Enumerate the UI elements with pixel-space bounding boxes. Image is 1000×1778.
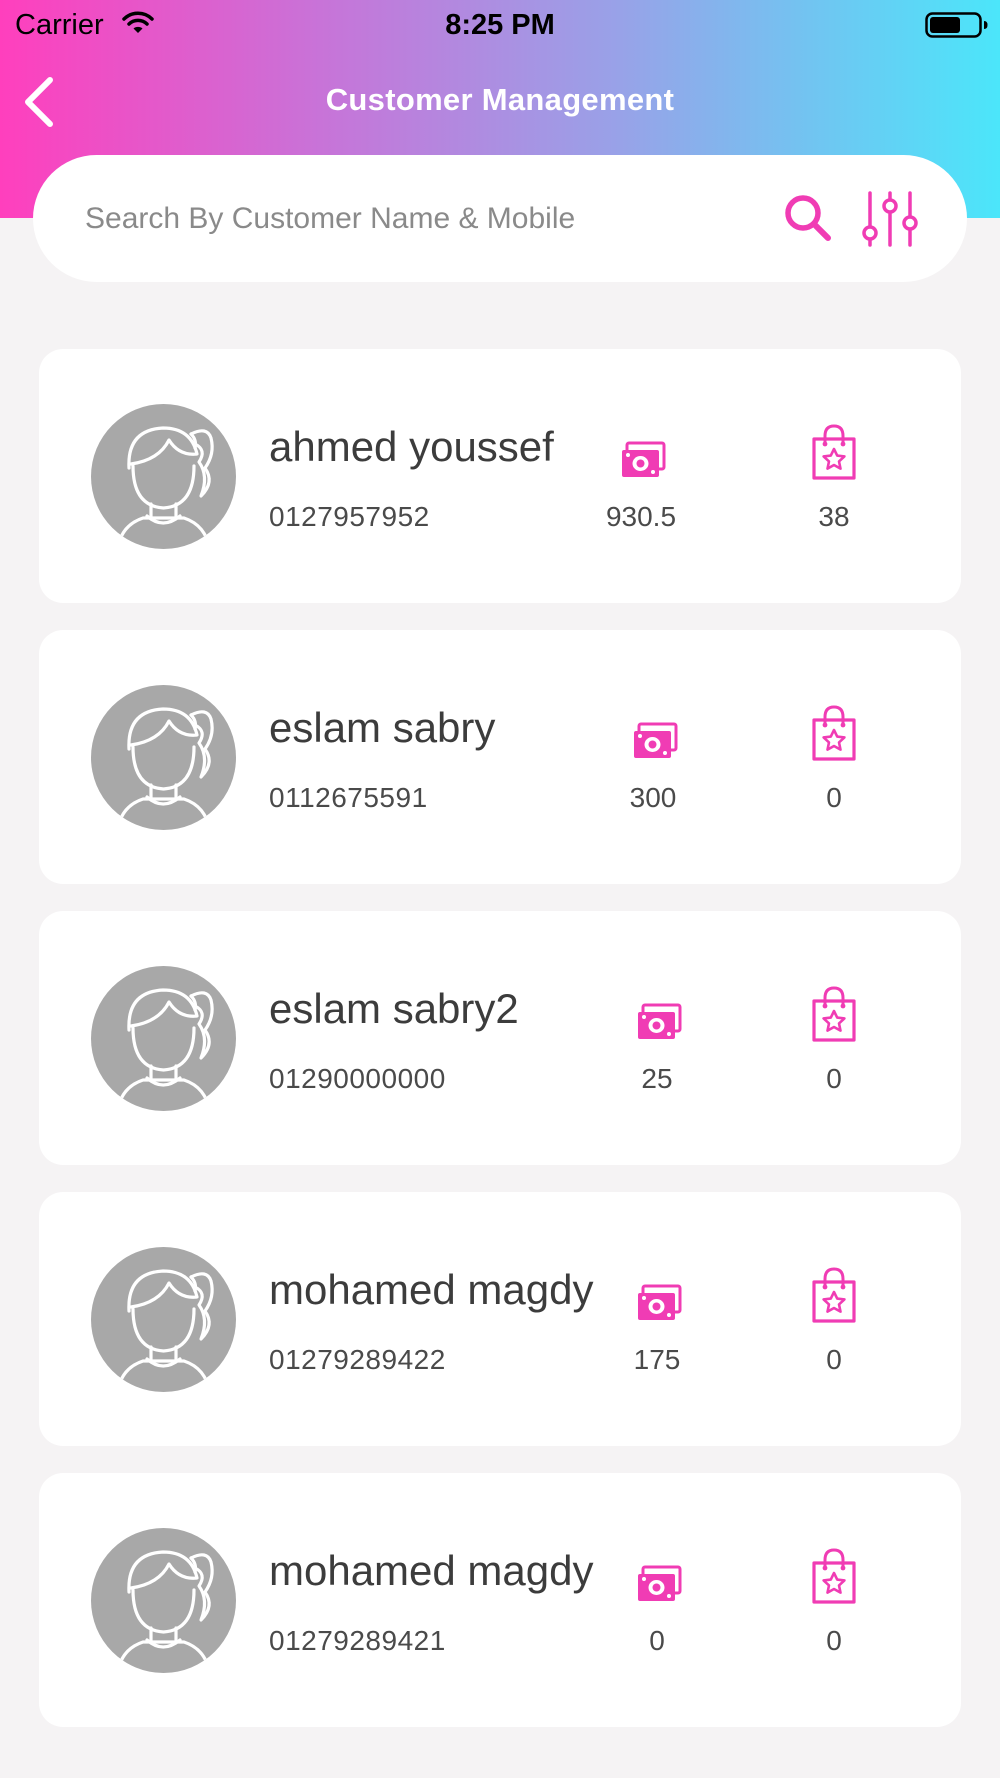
shopping-bag-star-icon bbox=[812, 986, 856, 1042]
money-icon bbox=[638, 1003, 682, 1039]
money-value: 930.5 bbox=[605, 501, 677, 532]
money-icon bbox=[634, 722, 678, 758]
status-time: 8:25 PM bbox=[445, 9, 555, 41]
filter-sliders-icon[interactable] bbox=[862, 189, 918, 249]
search-bar bbox=[33, 155, 967, 282]
avatar-icon bbox=[91, 685, 236, 830]
customer-card[interactable]: mohamed magdy 01279289421 0 0 bbox=[39, 1473, 961, 1727]
shopping-bag-star-icon bbox=[812, 1267, 856, 1323]
avatar-icon bbox=[91, 1528, 236, 1673]
customer-name: mohamed magdy bbox=[269, 1547, 594, 1594]
avatar-icon bbox=[91, 966, 236, 1111]
money-icon bbox=[638, 1284, 682, 1320]
orders-value: 0 bbox=[826, 1625, 842, 1656]
orders-stat: 38 bbox=[779, 349, 889, 603]
shopping-bag-star-icon bbox=[812, 1548, 856, 1604]
money-stat: 175 bbox=[592, 1192, 722, 1446]
customer-name: eslam sabry bbox=[269, 704, 496, 751]
search-input[interactable] bbox=[85, 155, 725, 282]
money-value: 175 bbox=[633, 1344, 681, 1375]
customer-name: eslam sabry2 bbox=[269, 985, 519, 1032]
customer-mobile: 01279289421 bbox=[269, 1625, 446, 1656]
customer-card[interactable]: eslam sabry 0112675591 300 0 bbox=[39, 630, 961, 884]
orders-stat: 0 bbox=[779, 911, 889, 1165]
customer-card[interactable]: ahmed youssef 0127957952 930.5 38 bbox=[39, 349, 961, 603]
customer-name: mohamed magdy bbox=[269, 1266, 594, 1313]
money-icon bbox=[638, 1565, 682, 1601]
page-title: Customer Management bbox=[325, 82, 675, 117]
orders-value: 0 bbox=[826, 782, 842, 813]
money-stat: 0 bbox=[592, 1473, 722, 1727]
orders-stat: 0 bbox=[779, 1192, 889, 1446]
customer-card[interactable]: mohamed magdy 01279289422 175 0 bbox=[39, 1192, 961, 1446]
shopping-bag-star-icon bbox=[812, 424, 856, 480]
money-stat: 930.5 bbox=[576, 349, 706, 603]
money-value: 0 bbox=[649, 1625, 665, 1656]
orders-value: 0 bbox=[826, 1063, 842, 1094]
customer-card[interactable]: eslam sabry2 01290000000 25 0 bbox=[39, 911, 961, 1165]
customer-mobile: 0127957952 bbox=[269, 501, 430, 532]
money-icon bbox=[622, 441, 666, 477]
shopping-bag-star-icon bbox=[812, 705, 856, 761]
money-stat: 25 bbox=[592, 911, 722, 1165]
status-bar: Carrier 8:25 PM bbox=[0, 0, 1000, 50]
customer-management-screen: Carrier 8:25 PM Customer Management Sear… bbox=[0, 0, 1000, 1778]
customer-mobile: 01290000000 bbox=[269, 1063, 446, 1094]
orders-value: 0 bbox=[826, 1344, 842, 1375]
money-stat: 300 bbox=[588, 630, 718, 884]
orders-stat: 0 bbox=[779, 1473, 889, 1727]
money-value: 300 bbox=[629, 782, 677, 813]
customer-name: ahmed youssef bbox=[269, 423, 554, 470]
avatar-icon bbox=[91, 404, 236, 549]
avatar-icon bbox=[91, 1247, 236, 1392]
search-icon[interactable] bbox=[782, 192, 834, 244]
customer-mobile: 01279289422 bbox=[269, 1344, 446, 1375]
orders-value: 38 bbox=[818, 501, 850, 532]
customer-mobile: 0112675591 bbox=[269, 782, 428, 813]
money-value: 25 bbox=[641, 1063, 673, 1094]
orders-stat: 0 bbox=[779, 630, 889, 884]
battery-icon bbox=[925, 12, 988, 38]
